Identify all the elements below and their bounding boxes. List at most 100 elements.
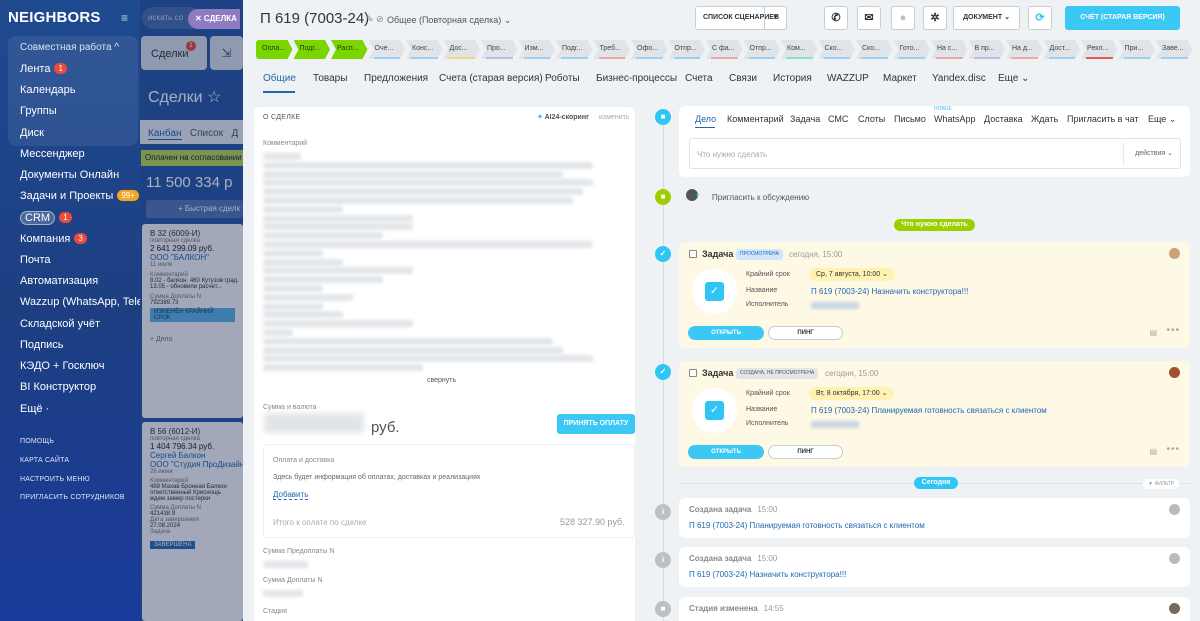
sidebar-item-sign[interactable]: Подпись (20, 339, 64, 351)
composer-tab-1[interactable]: Комментарий (727, 114, 784, 124)
phone-icon[interactable]: ✆ (824, 6, 848, 30)
avatar[interactable] (1169, 603, 1180, 614)
composer-tab-4[interactable]: Слоты (858, 114, 885, 124)
stage-item[interactable]: Подг... (294, 40, 331, 59)
globe-icon[interactable]: ● (891, 6, 915, 30)
stage-item[interactable]: При... (1119, 40, 1156, 59)
tab-8[interactable]: История (773, 73, 812, 84)
todo-input[interactable]: Что нужно сделать действия ⌄ (689, 138, 1181, 169)
composer-tab-0[interactable]: Дело (695, 114, 716, 124)
sidebar-item-disk[interactable]: Диск (20, 127, 44, 139)
filter-button[interactable]: ▼ ФИЛЬТР (1143, 479, 1180, 489)
mail-icon[interactable]: ✉ (857, 6, 881, 30)
avatar[interactable] (1169, 504, 1180, 515)
task-link[interactable]: П 619 (7003-24) Планируемая готовность с… (811, 406, 1047, 415)
sidebar-item-groups[interactable]: Группы (20, 105, 57, 117)
sidebar-group-title[interactable]: Совместная работа ^ (20, 42, 119, 53)
composer-tab-8[interactable]: Ждать (1031, 114, 1058, 124)
stage-item[interactable]: Подг... (556, 40, 593, 59)
sidebar-item-kedo[interactable]: КЭДО + Госключ (20, 360, 104, 372)
sidebar-item-more[interactable]: Ещё · (20, 403, 49, 415)
avatar[interactable] (1169, 553, 1180, 564)
more-icon[interactable]: ••• (1166, 325, 1180, 336)
sidebar-item-bi[interactable]: BI Конструктор (20, 381, 96, 393)
accept-payment-button[interactable]: ПРИНЯТЬ ОПЛАТУ (557, 414, 635, 434)
more-icon[interactable]: ••• (1166, 444, 1180, 455)
sum-value[interactable] (264, 413, 364, 433)
stage-item[interactable]: С фа... (706, 40, 743, 59)
extra-pay-value[interactable] (263, 590, 303, 597)
add-participant-icon[interactable]: + (695, 190, 700, 200)
tab-1[interactable]: Товары (313, 73, 347, 84)
collapse-link[interactable]: свернуть (427, 377, 456, 384)
sidebar-link-help[interactable]: ПОМОЩЬ (20, 438, 54, 445)
copy-link-icon[interactable]: ⊘ (376, 14, 384, 25)
stage-item[interactable]: Дос... (444, 40, 481, 59)
tab-7[interactable]: Связи (729, 73, 757, 84)
scenarios-caret-icon[interactable]: ▾ (764, 7, 786, 29)
document-button[interactable]: ДОКУМЕНТ ⌄ (953, 6, 1020, 30)
stage-item[interactable]: На с... (931, 40, 968, 59)
deadline-selector[interactable]: Ср, 7 августа, 10:00 ⌄ (809, 268, 895, 281)
composer-tab-10[interactable]: Еще ⌄ (1148, 114, 1176, 125)
add-payment-link[interactable]: Добавить (273, 490, 309, 500)
invoice-button[interactable]: СЧЁТ (СТАРАЯ ВЕРСИЯ) (1065, 6, 1180, 30)
stage-item[interactable]: Про... (481, 40, 518, 59)
sidebar-item-calendar[interactable]: Календарь (20, 84, 76, 96)
note-icon[interactable]: ▤ (1149, 447, 1157, 456)
avatar[interactable] (1169, 367, 1180, 378)
refresh-icon[interactable]: ⟳ (1028, 6, 1052, 30)
task-checkbox[interactable] (689, 369, 697, 377)
stage-item[interactable]: В пр... (969, 40, 1006, 59)
menu-toggle-icon[interactable]: ≡ (121, 11, 128, 25)
stage-item[interactable]: Дост... (1044, 40, 1081, 59)
stage-item[interactable]: Треб... (594, 40, 631, 59)
portal-logo[interactable]: NEIGHBORS (8, 9, 101, 26)
tab-9[interactable]: WAZZUP (827, 73, 869, 84)
stage-item[interactable]: Гото... (894, 40, 931, 59)
invite-to-discussion-link[interactable]: Пригласить к обсуждению (712, 193, 809, 202)
sidebar-link-configure-menu[interactable]: НАСТРОИТЬ МЕНЮ (20, 476, 90, 483)
stage-item[interactable]: Опла... (256, 40, 293, 59)
prepay-value[interactable] (263, 561, 308, 568)
stage-item[interactable]: Офо... (631, 40, 668, 59)
stage-item[interactable]: Ско... (856, 40, 893, 59)
tab-5[interactable]: Бизнес-процессы (596, 73, 677, 84)
executor-link[interactable] (811, 302, 859, 309)
stage-item[interactable]: Изм... (519, 40, 556, 59)
deadline-selector[interactable]: Вт, 8 октября, 17:00 ⌄ (809, 387, 895, 400)
history-link[interactable]: П 619 (7003-24) Назначить конструктора!!… (689, 570, 846, 579)
open-task-button[interactable]: ОТКРЫТЬ (688, 445, 764, 459)
sidebar-item-warehouse[interactable]: Складской учёт (20, 318, 100, 330)
actions-dropdown[interactable]: действия ⌄ (1135, 149, 1173, 157)
tab-12[interactable]: Еще ⌄ (998, 73, 1030, 84)
sidebar-item-company[interactable]: Компания 3 (20, 233, 87, 245)
avatar[interactable] (1169, 248, 1180, 259)
stage-item[interactable]: Отпр... (744, 40, 781, 59)
stage-item[interactable]: Ком... (781, 40, 818, 59)
composer-tab-2[interactable]: Задача (790, 114, 820, 124)
task-checkbox[interactable] (689, 250, 697, 258)
task-link[interactable]: П 619 (7003-24) Назначить конструктора!!… (811, 287, 968, 296)
composer-tab-7[interactable]: Доставка (984, 114, 1023, 124)
history-link[interactable]: П 619 (7003-24) Планируемая готовность с… (689, 521, 925, 530)
tab-2[interactable]: Предложения (364, 73, 428, 84)
scenarios-button[interactable]: СПИСОК СЦЕНАРИЕВ ▾ (695, 6, 787, 30)
sidebar-item-crm[interactable]: CRM 1 (20, 211, 72, 225)
sidebar-item-messenger[interactable]: Мессенджер (20, 148, 85, 160)
gear-icon[interactable]: ✲ (923, 6, 947, 30)
sidebar-item-documents[interactable]: Документы Онлайн (20, 169, 119, 181)
stage-item[interactable]: Ско... (819, 40, 856, 59)
tab-4[interactable]: Роботы (545, 73, 580, 84)
tab-3[interactable]: Счета (старая версия) (439, 73, 543, 84)
sidebar-item-mail[interactable]: Почта (20, 254, 51, 266)
open-task-button[interactable]: ОТКРЫТЬ (688, 326, 764, 340)
stage-item[interactable]: Отпр... (669, 40, 706, 59)
tab-6[interactable]: Счета (685, 73, 713, 84)
composer-tab-5[interactable]: Письмо (894, 114, 926, 124)
sidebar-item-automation[interactable]: Автоматизация (20, 275, 98, 287)
modal-overlay[interactable] (140, 0, 243, 621)
category-selector[interactable]: Общее (Повторная сделка) ⌄ (387, 15, 511, 26)
ai-scoring-button[interactable]: ✦ AI24-скоринг (537, 113, 589, 121)
tab-0[interactable]: Общие (263, 73, 296, 84)
